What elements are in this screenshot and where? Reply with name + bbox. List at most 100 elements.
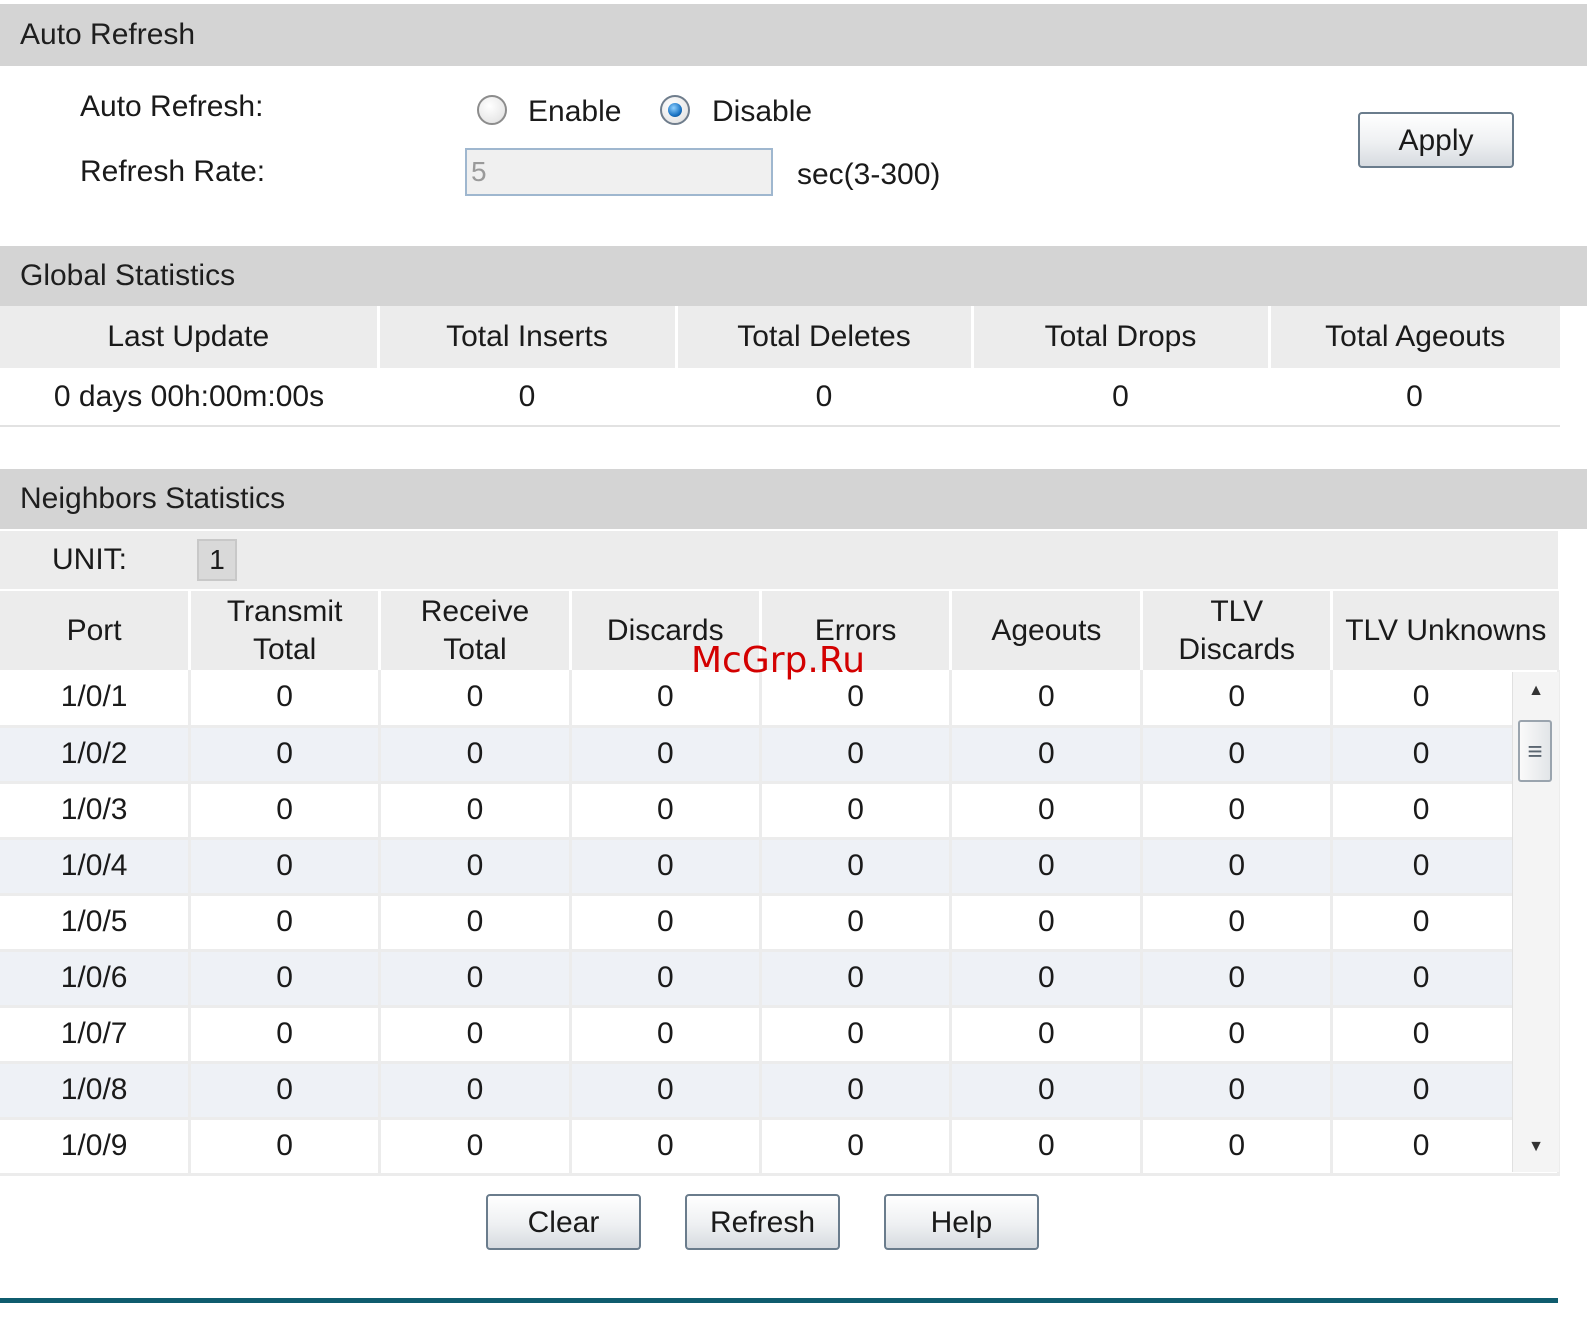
col-total-drops: Total Drops [972, 306, 1271, 368]
cell-port: 1/0/7 [0, 1006, 192, 1064]
cell-errors: 0 [760, 726, 953, 784]
cell-transmit-total: 0 [189, 670, 382, 728]
disable-radio[interactable] [660, 95, 690, 125]
cell-tlv-discards: 0 [1141, 950, 1334, 1008]
cell-tlv-discards: 0 [1141, 894, 1334, 952]
cell-port: 1/0/8 [0, 1062, 192, 1120]
cell-receive-total: 0 [379, 726, 572, 784]
total-ageouts-value: 0 [1269, 368, 1560, 427]
cell-errors: 0 [760, 1118, 953, 1176]
cell-discards: 0 [570, 894, 762, 952]
cell-transmit-total: 0 [189, 838, 382, 896]
cell-tlv-discards: 0 [1141, 1062, 1334, 1120]
table-row: 1/0/1 0 0 0 0 0 0 0 [0, 670, 1560, 728]
col-transmit-total: Transmit Total [189, 591, 382, 670]
neighbors-statistics-header: Neighbors Statistics [0, 469, 1587, 529]
table-scrollbar[interactable]: ▲ ≡ ▼ [1512, 672, 1559, 1172]
total-inserts-value: 0 [378, 368, 676, 427]
cell-receive-total: 0 [379, 1006, 572, 1064]
cell-transmit-total: 0 [189, 782, 382, 840]
cell-transmit-total: 0 [189, 1062, 382, 1120]
col-receive-total-line2: Total [443, 632, 507, 666]
grip-lines-icon: ≡ [1527, 736, 1543, 766]
cell-ageouts: 0 [950, 1006, 1144, 1064]
cell-discards: 0 [570, 726, 762, 784]
cell-tlv-discards: 0 [1141, 670, 1334, 728]
table-row: 1/0/6 0 0 0 0 0 0 0 [0, 950, 1560, 1008]
cell-discards: 0 [570, 1006, 762, 1064]
col-tlv-discards-line1: TLV [1210, 594, 1264, 628]
triangle-up-icon[interactable]: ▲ [1513, 682, 1559, 700]
table-row: 1/0/3 0 0 0 0 0 0 0 [0, 782, 1560, 840]
enable-radio-label[interactable]: Enable [528, 95, 621, 129]
refresh-rate-unit: sec(3-300) [797, 158, 941, 191]
cell-receive-total: 0 [379, 1062, 572, 1120]
clear-button[interactable]: Clear [486, 1194, 641, 1250]
cell-tlv-discards: 0 [1141, 782, 1334, 840]
unit-label: UNIT: [52, 543, 127, 576]
cell-ageouts: 0 [950, 1118, 1144, 1176]
table-row: 1/0/9 0 0 0 0 0 0 0 [0, 1118, 1560, 1176]
cell-discards: 0 [570, 950, 762, 1008]
cell-transmit-total: 0 [189, 1118, 382, 1176]
cell-port: 1/0/5 [0, 894, 192, 952]
disable-radio-label[interactable]: Disable [712, 95, 812, 129]
enable-radio[interactable] [477, 95, 507, 125]
total-deletes-value: 0 [676, 368, 972, 427]
cell-ageouts: 0 [950, 782, 1144, 840]
cell-errors: 0 [760, 838, 953, 896]
table-row: 1/0/8 0 0 0 0 0 0 0 [0, 1062, 1560, 1120]
col-last-update: Last Update [0, 306, 380, 368]
col-transmit-total-line2: Total [252, 632, 317, 666]
cell-tlv-discards: 0 [1141, 1006, 1334, 1064]
cell-port: 1/0/6 [0, 950, 192, 1008]
table-row: 1/0/2 0 0 0 0 0 0 0 [0, 726, 1560, 784]
cell-transmit-total: 0 [189, 950, 382, 1008]
cell-discards: 0 [570, 782, 762, 840]
cell-receive-total: 0 [379, 894, 572, 952]
cell-discards: 0 [570, 670, 762, 728]
cell-transmit-total: 0 [189, 894, 382, 952]
auto-refresh-label: Auto Refresh: [80, 90, 264, 123]
refresh-rate-input[interactable] [465, 148, 773, 196]
cell-receive-total: 0 [379, 1118, 572, 1176]
refresh-button[interactable]: Refresh [685, 1194, 840, 1250]
cell-ageouts: 0 [950, 1062, 1144, 1120]
cell-ageouts: 0 [950, 894, 1144, 952]
global-statistics-table: Last Update Total Inserts Total Deletes … [0, 306, 1560, 427]
cell-ageouts: 0 [950, 950, 1144, 1008]
col-receive-total-line1: Receive [420, 594, 530, 628]
cell-discards: 0 [570, 838, 762, 896]
cell-errors: 0 [760, 1062, 953, 1120]
cell-discards: 0 [570, 1118, 762, 1176]
cell-errors: 0 [760, 950, 953, 1008]
cell-errors: 0 [760, 894, 953, 952]
table-row: 1/0/4 0 0 0 0 0 0 0 [0, 838, 1560, 896]
auto-refresh-header: Auto Refresh [0, 4, 1587, 66]
col-errors: Errors [760, 591, 953, 670]
apply-button[interactable]: Apply [1358, 112, 1514, 168]
cell-port: 1/0/2 [0, 726, 192, 784]
cell-port: 1/0/9 [0, 1118, 192, 1176]
col-port: Port [0, 591, 192, 670]
cell-transmit-total: 0 [189, 1006, 382, 1064]
cell-port: 1/0/3 [0, 782, 192, 840]
scroll-thumb[interactable]: ≡ [1518, 720, 1552, 782]
col-transmit-total-line1: Transmit [226, 594, 343, 628]
col-tlv-unknowns: TLV Unknowns [1331, 591, 1559, 670]
help-button[interactable]: Help [884, 1194, 1039, 1250]
triangle-down-icon[interactable]: ▼ [1513, 1138, 1559, 1156]
col-discards: Discards [570, 591, 762, 670]
table-row: 1/0/7 0 0 0 0 0 0 0 [0, 1006, 1560, 1064]
cell-ageouts: 0 [950, 838, 1144, 896]
cell-receive-total: 0 [379, 782, 572, 840]
cell-transmit-total: 0 [189, 726, 382, 784]
cell-tlv-discards: 0 [1141, 838, 1334, 896]
unit-selector[interactable]: 1 [197, 539, 237, 581]
cell-tlv-discards: 0 [1141, 726, 1334, 784]
cell-receive-total: 0 [379, 838, 572, 896]
cell-errors: 0 [760, 782, 953, 840]
cell-tlv-discards: 0 [1141, 1118, 1334, 1176]
cell-port: 1/0/1 [0, 670, 192, 728]
neighbors-statistics-table: Port Transmit Total Receive Total Discar… [0, 591, 1560, 1176]
